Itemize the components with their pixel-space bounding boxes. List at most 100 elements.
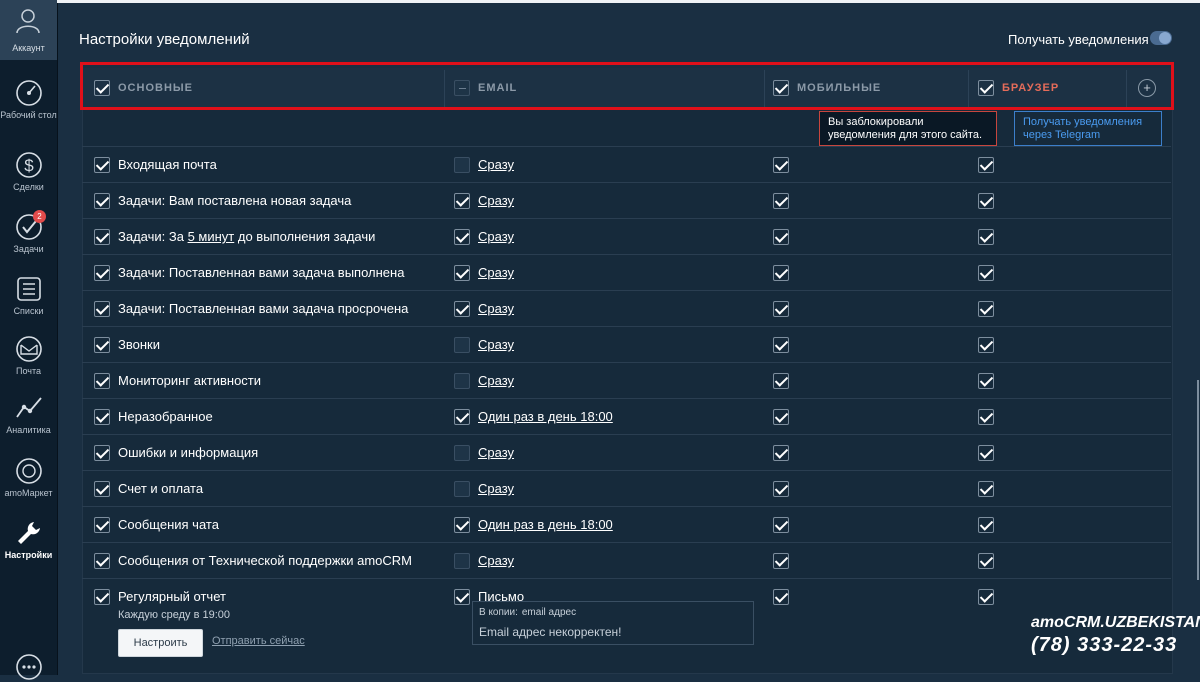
scrollbar[interactable] (1197, 380, 1199, 580)
browser-checkbox[interactable] (978, 445, 994, 461)
email-checkbox[interactable] (454, 301, 470, 317)
sidebar-item-market[interactable]: amoМаркет (0, 456, 57, 499)
email-checkbox[interactable] (454, 445, 470, 461)
mobile-checkbox[interactable] (773, 157, 789, 173)
sidebar-item-tasks[interactable]: 2 Задачи (0, 210, 57, 255)
main-checkbox[interactable] (94, 373, 110, 389)
table-row: Ошибки и информация Сразу (82, 434, 1171, 471)
main-checkbox[interactable] (94, 229, 110, 245)
sidebar-item-lists[interactable]: Списки (0, 274, 57, 317)
main-checkbox[interactable] (94, 445, 110, 461)
sidebar-item-deals[interactable]: $ Сделки (0, 150, 57, 193)
tasks-badge: 2 (33, 210, 46, 223)
main-checkbox[interactable] (94, 409, 110, 425)
table-row: Входящая почта Сразу (82, 146, 1171, 183)
table-row: Звонки Сразу (82, 326, 1171, 363)
table-row-report: Регулярный отчет Каждую среду в 19:00 На… (82, 578, 1171, 671)
browser-checkbox[interactable] (978, 301, 994, 317)
frequency-link[interactable]: Сразу (478, 265, 514, 280)
frequency-link[interactable]: Один раз в день 18:00 (478, 409, 613, 424)
email-checkbox[interactable] (454, 589, 470, 605)
sidebar-item-label: Настройки (4, 550, 53, 560)
row-name: Сообщения чата (118, 517, 219, 532)
frequency-link[interactable]: Сразу (478, 301, 514, 316)
email-checkbox[interactable] (454, 481, 470, 497)
sidebar-item-label: Рабочий стол (0, 110, 57, 120)
main-checkbox[interactable] (94, 481, 110, 497)
frequency-link[interactable]: Сразу (478, 157, 514, 172)
report-schedule: Каждую среду в 19:00 (118, 609, 231, 621)
sidebar-item-dashboard[interactable]: Рабочий стол (0, 78, 57, 121)
browser-checkbox[interactable] (978, 193, 994, 209)
main-checkbox[interactable] (94, 589, 110, 605)
browser-checkbox[interactable] (978, 409, 994, 425)
notifications-toggle[interactable] (1150, 31, 1172, 45)
main-checkbox[interactable] (94, 265, 110, 281)
svg-text:$: $ (24, 156, 34, 175)
email-checkbox[interactable] (454, 553, 470, 569)
email-checkbox[interactable] (454, 373, 470, 389)
main-checkbox[interactable] (94, 157, 110, 173)
mobile-checkbox[interactable] (773, 517, 789, 533)
cc-label: В копии: email адрес (479, 607, 577, 618)
main-checkbox[interactable] (94, 301, 110, 317)
email-checkbox[interactable] (454, 265, 470, 281)
main-checkbox[interactable] (94, 517, 110, 533)
browser-checkbox[interactable] (978, 517, 994, 533)
browser-checkbox[interactable] (978, 337, 994, 353)
mobile-checkbox[interactable] (773, 445, 789, 461)
frequency-link[interactable]: Сразу (478, 337, 514, 352)
frequency-link[interactable]: Сразу (478, 445, 514, 460)
mobile-checkbox[interactable] (773, 553, 789, 569)
frequency-link[interactable]: Сразу (478, 481, 514, 496)
cc-email-box[interactable]: В копии: email адрес Email адрес некоррек… (472, 601, 754, 645)
send-now-link[interactable]: Отправить сейчас (212, 635, 305, 647)
browser-checkbox[interactable] (978, 265, 994, 281)
email-checkbox[interactable] (454, 517, 470, 533)
browser-checkbox[interactable] (978, 589, 994, 605)
sidebar-item-analytics[interactable]: Аналитика (0, 393, 57, 436)
email-checkbox[interactable] (454, 157, 470, 173)
sidebar-item-mail[interactable]: Почта (0, 334, 57, 377)
frequency-link[interactable]: Один раз в день 18:00 (478, 517, 613, 532)
minutes-link[interactable]: 5 минут (188, 229, 235, 244)
main-checkbox[interactable] (94, 337, 110, 353)
row-name: Мониторинг активности (118, 373, 262, 388)
mobile-checkbox[interactable] (773, 193, 789, 209)
setup-button[interactable]: Настроить (118, 629, 203, 657)
frequency-link[interactable]: Сразу (478, 553, 514, 568)
frequency-link[interactable]: Сразу (478, 373, 514, 388)
mobile-checkbox[interactable] (773, 373, 789, 389)
mobile-checkbox[interactable] (773, 337, 789, 353)
email-checkbox[interactable] (454, 337, 470, 353)
sidebar-item-label: Аналитика (6, 425, 51, 435)
email-checkbox[interactable] (454, 409, 470, 425)
chat-icon[interactable] (14, 652, 44, 682)
brand-watermark: amoCRM.UZBEKISTAN (78) 333-22-33 (1031, 614, 1200, 657)
frequency-link[interactable]: Сразу (478, 229, 514, 244)
mobile-checkbox[interactable] (773, 481, 789, 497)
page-title: Настройки уведомлений (79, 31, 250, 48)
mobile-checkbox[interactable] (773, 301, 789, 317)
mobile-checkbox[interactable] (773, 265, 789, 281)
list-icon (16, 277, 41, 301)
row-name: Ошибки и информация (118, 445, 259, 460)
mobile-checkbox[interactable] (773, 229, 789, 245)
email-error-message: Email адрес некорректен! (479, 625, 622, 639)
frequency-link[interactable]: Сразу (478, 193, 514, 208)
account-button[interactable]: Аккаунт (0, 0, 57, 60)
browser-checkbox[interactable] (978, 481, 994, 497)
main-checkbox[interactable] (94, 553, 110, 569)
mobile-checkbox[interactable] (773, 589, 789, 605)
email-checkbox[interactable] (454, 229, 470, 245)
browser-checkbox[interactable] (978, 553, 994, 569)
cc-email-input[interactable]: email адрес (522, 607, 576, 618)
browser-checkbox[interactable] (978, 373, 994, 389)
sidebar-item-settings[interactable]: Настройки (0, 518, 57, 561)
browser-checkbox[interactable] (978, 157, 994, 173)
email-checkbox[interactable] (454, 193, 470, 209)
mobile-checkbox[interactable] (773, 409, 789, 425)
main-checkbox[interactable] (94, 193, 110, 209)
browser-checkbox[interactable] (978, 229, 994, 245)
telegram-link[interactable]: Получать уведомления через Telegram (1014, 111, 1162, 146)
